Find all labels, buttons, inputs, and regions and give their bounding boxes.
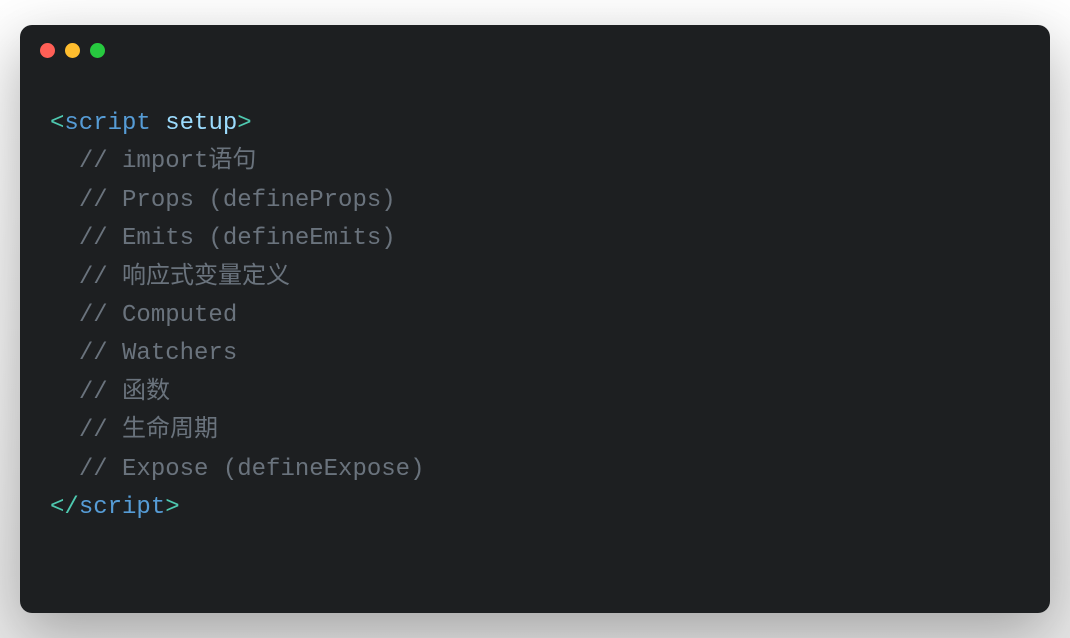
tag-bracket-open: </ <box>50 494 79 521</box>
code-line-comment: // Watchers <box>50 335 1020 373</box>
code-line-comment: // Computed <box>50 297 1020 335</box>
code-line-comment: // Props (defineProps) <box>50 182 1020 220</box>
comment-text: // 生命周期 <box>79 417 218 444</box>
code-line-comment: // Expose (defineExpose) <box>50 451 1020 489</box>
comment-text: // 响应式变量定义 <box>79 264 290 291</box>
comment-text: // Watchers <box>79 340 237 367</box>
code-line-close-tag: </script> <box>50 489 1020 527</box>
tag-bracket-close: > <box>165 494 179 521</box>
code-content: <script setup> // import语句 // Props (def… <box>20 75 1050 557</box>
code-line-open-tag: <script setup> <box>50 105 1020 143</box>
tag-bracket-open: < <box>50 110 64 137</box>
code-editor-window: <script setup> // import语句 // Props (def… <box>20 25 1050 613</box>
code-line-comment: // 响应式变量定义 <box>50 259 1020 297</box>
maximize-icon[interactable] <box>90 43 105 58</box>
comment-text: // import语句 <box>79 148 257 175</box>
window-titlebar <box>20 25 1050 75</box>
comment-text: // Expose (defineExpose) <box>79 456 425 483</box>
code-line-comment: // Emits (defineEmits) <box>50 220 1020 258</box>
code-line-comment: // 生命周期 <box>50 412 1020 450</box>
tag-name: script <box>64 110 150 137</box>
comment-text: // 函数 <box>79 379 170 406</box>
code-line-comment: // 函数 <box>50 374 1020 412</box>
minimize-icon[interactable] <box>65 43 80 58</box>
comment-text: // Computed <box>79 302 237 329</box>
close-icon[interactable] <box>40 43 55 58</box>
comment-text: // Emits (defineEmits) <box>79 225 396 252</box>
code-line-comment: // import语句 <box>50 143 1020 181</box>
tag-bracket-close: > <box>237 110 251 137</box>
tag-attribute: setup <box>165 110 237 137</box>
tag-name: script <box>79 494 165 521</box>
comment-text: // Props (defineProps) <box>79 187 396 214</box>
